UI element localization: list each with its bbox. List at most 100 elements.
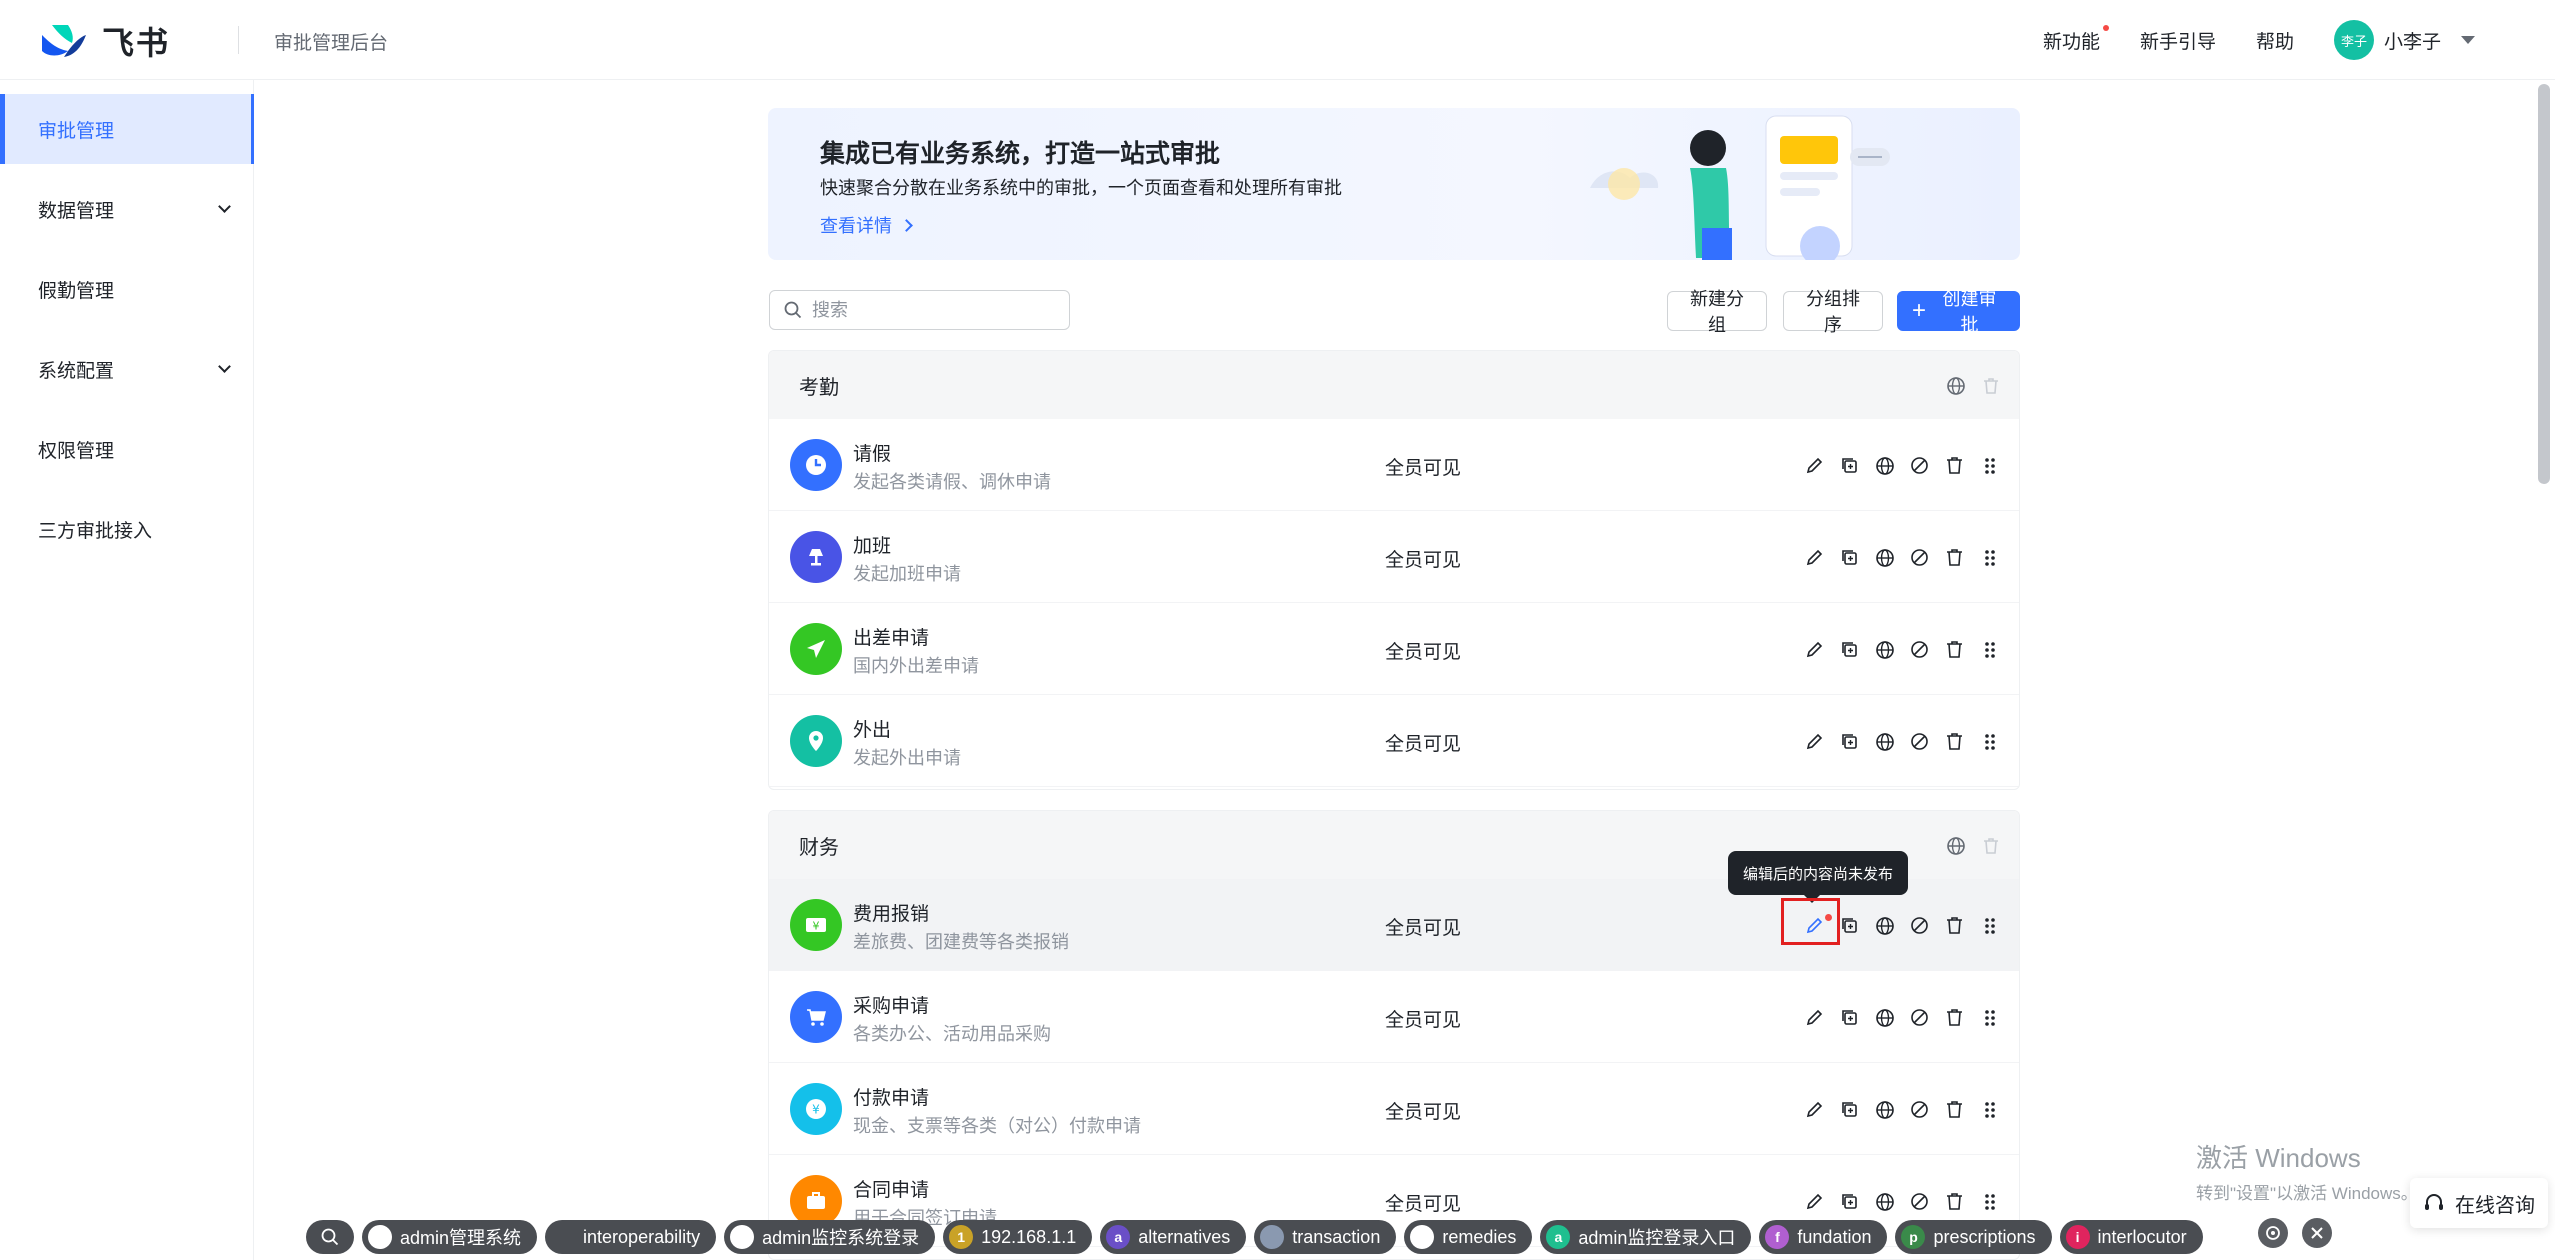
edit-icon[interactable] (1804, 1007, 1825, 1028)
bookmark-chip[interactable]: admin监控系统登录 (724, 1220, 936, 1254)
sidebar-item-label: 三方审批接入 (38, 520, 153, 542)
bookmark-chip[interactable]: 1 192.168.1.1 (943, 1220, 1093, 1254)
edit-icon[interactable] (1804, 455, 1825, 476)
disable-icon[interactable] (1909, 915, 1930, 936)
trash-icon (1980, 375, 2001, 396)
trash-icon[interactable] (1944, 547, 1965, 568)
bookmark-chip[interactable]: admin管理系统 (362, 1220, 538, 1254)
globe-icon[interactable] (1874, 1099, 1895, 1120)
disable-icon[interactable] (1909, 1007, 1930, 1028)
drag-handle-icon[interactable] (1979, 639, 2000, 660)
bookmark-chip[interactable]: i interlocutor (2059, 1220, 2203, 1254)
user-menu[interactable]: 李子 小李子 (2333, 20, 2475, 60)
close-icon[interactable] (2302, 1218, 2332, 1248)
trash-icon[interactable] (1944, 1007, 1965, 1028)
visibility-label: 全员可见 (1385, 1010, 1462, 1031)
bookmark-chip[interactable]: remedies (1404, 1220, 1533, 1254)
guide-link[interactable]: 新手引导 (2140, 27, 2216, 54)
promo-banner: 集成已有业务系统，打造一站式审批 快速聚合分散在业务系统中的审批，一个页面查看和… (768, 108, 2020, 260)
table-row[interactable]: 采购申请 各类办公、活动用品采购 全员可见 (769, 971, 2019, 1063)
bookmark-chip[interactable]: a admin监控登录入口 (1540, 1220, 1752, 1254)
cart-icon (790, 991, 842, 1043)
sidebar-item-approval[interactable]: 审批管理 (0, 94, 254, 164)
online-consult-button[interactable]: 在线咨询 (2410, 1178, 2548, 1228)
trash-icon[interactable] (1944, 1191, 1965, 1212)
bookmark-chip[interactable]: f fundation (1759, 1220, 1888, 1254)
drag-handle-icon[interactable] (1979, 731, 2000, 752)
bookmark-favicon-icon: a (1106, 1225, 1131, 1249)
visibility-label: 全员可见 (1385, 918, 1462, 939)
copy-icon[interactable] (1839, 1007, 1860, 1028)
globe-icon[interactable] (1874, 547, 1895, 568)
sidebar-item-leave[interactable]: 假勤管理 (0, 254, 253, 324)
bookmark-label: interoperability (583, 1226, 701, 1247)
sidebar-item-data[interactable]: 数据管理 (0, 174, 253, 244)
globe-icon[interactable] (1874, 915, 1895, 936)
trash-icon[interactable] (1944, 731, 1965, 752)
scrollbar[interactable] (2538, 84, 2550, 484)
sidebar-item-system[interactable]: 系统配置 (0, 334, 253, 404)
globe-icon[interactable] (1874, 639, 1895, 660)
bookmark-chip[interactable]: a alternatives (1100, 1220, 1247, 1254)
search-box[interactable] (769, 290, 1070, 330)
settings-icon[interactable] (2258, 1218, 2288, 1248)
sidebar-item-third-party[interactable]: 三方审批接入 (0, 494, 253, 564)
bookmark-chip[interactable]: transaction (1254, 1220, 1397, 1254)
search-input[interactable] (812, 299, 1052, 321)
plane-icon (790, 623, 842, 675)
globe-icon[interactable] (1874, 1191, 1895, 1212)
edit-icon[interactable] (1804, 547, 1825, 568)
copy-icon[interactable] (1839, 455, 1860, 476)
copy-icon[interactable] (1839, 1191, 1860, 1212)
trash-icon[interactable] (1944, 1099, 1965, 1120)
feishu-logo[interactable]: 飞书 (38, 18, 170, 64)
copy-icon[interactable] (1839, 639, 1860, 660)
create-approval-button[interactable]: + 创建审批 (1897, 289, 2020, 335)
edit-icon[interactable] (1804, 1099, 1825, 1120)
drag-handle-icon[interactable] (1979, 1099, 2000, 1120)
globe-icon[interactable] (1945, 835, 1966, 856)
copy-icon[interactable] (1839, 547, 1860, 568)
disable-icon[interactable] (1909, 455, 1930, 476)
unpublished-dot (1825, 914, 1832, 921)
copy-icon[interactable] (1839, 731, 1860, 752)
globe-icon[interactable] (1874, 731, 1895, 752)
new-feature-link[interactable]: 新功能 (2043, 24, 2109, 54)
copy-icon[interactable] (1839, 915, 1860, 936)
bookmark-chip[interactable]: interoperability (545, 1220, 717, 1254)
edit-icon[interactable] (1804, 639, 1825, 660)
bookmark-chip[interactable]: p prescriptions (1895, 1220, 2052, 1254)
disable-icon[interactable] (1909, 1191, 1930, 1212)
caret-down-icon (2461, 36, 2475, 44)
table-row[interactable]: 外出 发起外出申请 全员可见 (769, 695, 2019, 787)
drag-handle-icon[interactable] (1979, 455, 2000, 476)
table-row[interactable]: 出差申请 国内外出差申请 全员可见 (769, 603, 2019, 695)
trash-icon[interactable] (1944, 455, 1965, 476)
banner-detail-link[interactable]: 查看详情 (820, 212, 913, 238)
globe-icon[interactable] (1874, 455, 1895, 476)
drag-handle-icon[interactable] (1979, 1191, 2000, 1212)
trash-icon[interactable] (1944, 915, 1965, 936)
sidebar-item-permission[interactable]: 权限管理 (0, 414, 253, 484)
globe-icon[interactable] (1945, 375, 1966, 396)
bookmark-favicon-icon: a (1546, 1225, 1571, 1249)
disable-icon[interactable] (1909, 1099, 1930, 1120)
edit-icon[interactable] (1804, 1191, 1825, 1212)
table-row[interactable]: 加班 发起加班申请 全员可见 (769, 511, 2019, 603)
new-group-button[interactable]: 新建分组 (1667, 289, 1767, 335)
drag-handle-icon[interactable] (1979, 1007, 2000, 1028)
sort-group-button[interactable]: 分组排序 (1783, 289, 1883, 335)
drag-handle-icon[interactable] (1979, 547, 2000, 568)
trash-icon[interactable] (1944, 639, 1965, 660)
table-row[interactable]: ¥ 付款申请 现金、支票等各类（对公）付款申请 全员可见 (769, 1063, 2019, 1155)
disable-icon[interactable] (1909, 639, 1930, 660)
table-row[interactable]: 请假 发起各类请假、调休申请 全员可见 (769, 419, 2019, 511)
drag-handle-icon[interactable] (1979, 915, 2000, 936)
help-link[interactable]: 帮助 (2256, 27, 2294, 54)
bookmark-search-button[interactable] (306, 1220, 354, 1254)
edit-icon[interactable] (1804, 731, 1825, 752)
globe-icon[interactable] (1874, 1007, 1895, 1028)
copy-icon[interactable] (1839, 1099, 1860, 1120)
disable-icon[interactable] (1909, 731, 1930, 752)
disable-icon[interactable] (1909, 547, 1930, 568)
